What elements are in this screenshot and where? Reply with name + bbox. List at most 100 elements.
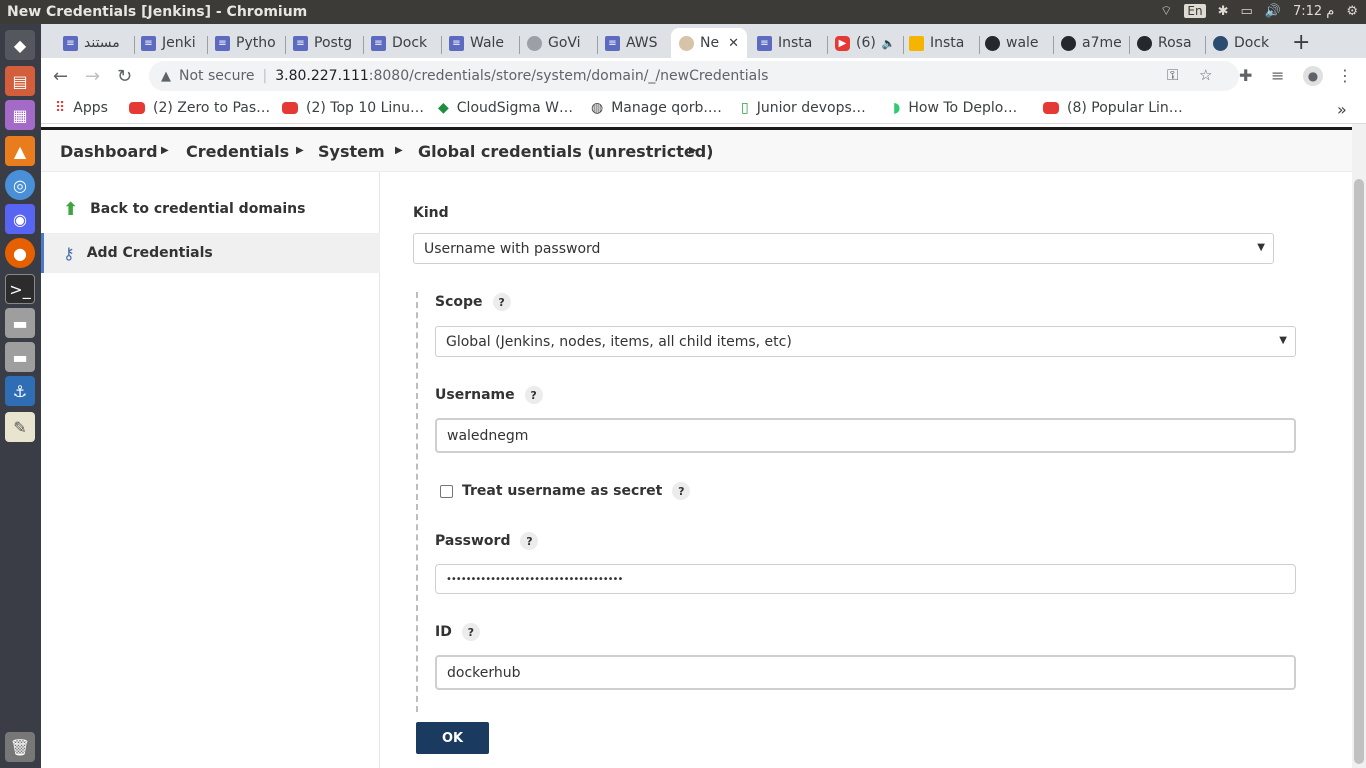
bookmark-item[interactable]: ◗ How To Deplo… xyxy=(893,100,1017,116)
browser-tab[interactable]: ≡ Postg xyxy=(285,28,361,58)
anchor-icon[interactable]: ⚓ xyxy=(5,376,35,406)
browser-tab[interactable]: a7me xyxy=(1053,28,1129,58)
scope-help-icon[interactable]: ? xyxy=(492,293,511,311)
kind-select[interactable]: Username with password ▼ xyxy=(413,233,1274,264)
star-bookmark-icon[interactable]: ☆ xyxy=(1199,66,1212,84)
breadcrumb-chevron-icon[interactable]: ▶ xyxy=(395,145,403,156)
add-credentials-link[interactable]: ⚷ Add Credentials xyxy=(41,233,380,273)
keyboard-language-indicator[interactable]: En xyxy=(1184,4,1206,18)
app-icon[interactable]: ▦ xyxy=(5,100,35,130)
not-secure-label: Not secure xyxy=(179,68,255,84)
more-bookmarks-chevron-icon[interactable]: » xyxy=(1337,100,1347,119)
browser-tab[interactable]: ≡ Wale xyxy=(441,28,517,58)
clock[interactable]: 7:12 م xyxy=(1293,4,1334,19)
launcher: ◆ ▤ ▦ ▲ ◎ ◉ ● >_ ▬ ▬ ⚓ ✎ 🗑 xyxy=(0,24,41,768)
profile-avatar-icon[interactable]: ● xyxy=(1303,66,1323,86)
back-arrow-icon[interactable]: ← xyxy=(53,66,68,87)
back-to-credential-domains-link[interactable]: ⬆ Back to credential domains xyxy=(41,189,380,229)
ok-button[interactable]: OK xyxy=(416,722,489,754)
breadcrumb-credentials[interactable]: Credentials xyxy=(186,142,289,161)
browser-tab[interactable]: ≡ AWS xyxy=(597,28,673,58)
bookmark-label: (2) Zero to Pas… xyxy=(153,100,271,116)
files-app-icon[interactable]: ▤ xyxy=(5,66,35,96)
bookmark-item[interactable]: ▯ Junior devops… xyxy=(741,100,866,116)
bookmark-item[interactable]: (2) Top 10 Linu… xyxy=(282,100,424,116)
bookmark-label: (2) Top 10 Linu… xyxy=(306,100,425,116)
discord-icon[interactable]: ◉ xyxy=(5,204,35,234)
address-bar[interactable]: ▲ Not secure | 3.80.227.111 :8080/creden… xyxy=(149,61,1239,91)
warning-triangle-icon[interactable]: ▲ xyxy=(161,69,171,84)
audio-playing-icon[interactable]: 🔈 xyxy=(882,37,896,50)
forward-arrow-icon[interactable]: → xyxy=(85,66,100,87)
breadcrumb-chevron-icon[interactable]: ▶ xyxy=(161,145,169,156)
bookmark-label: Manage qorb.… xyxy=(611,100,722,116)
breadcrumb-chevron-icon[interactable]: ▶ xyxy=(689,145,697,156)
doc-icon: ≡ xyxy=(449,35,464,51)
browser-tab[interactable]: ≡ مستند xyxy=(55,28,131,58)
breadcrumb: Dashboard ▶ Credentials ▶ System ▶ Globa… xyxy=(41,130,1352,172)
volume-icon[interactable]: 🔊 xyxy=(1265,4,1281,19)
username-input[interactable]: walednegm xyxy=(435,418,1296,453)
browser-tab[interactable]: ▶ (6) 🔈 xyxy=(827,28,903,58)
chromium-icon[interactable]: ◎ xyxy=(5,170,35,200)
bookmark-green-icon: ▯ xyxy=(741,100,749,116)
bluetooth-icon[interactable]: ✱ xyxy=(1218,4,1229,19)
username-label: Username ? xyxy=(435,386,543,404)
dash-icon[interactable]: ◆ xyxy=(5,30,35,60)
doc-icon: ≡ xyxy=(371,35,386,51)
disk-icon[interactable]: ▬ xyxy=(5,342,35,372)
username-help-icon[interactable]: ? xyxy=(524,386,543,404)
browser-tab[interactable]: ≡ Jenki xyxy=(133,28,205,58)
address-path: :8080/credentials/store/system/domain/_/… xyxy=(368,68,769,84)
breadcrumb-chevron-icon[interactable]: ▶ xyxy=(296,145,304,156)
breadcrumb-system[interactable]: System xyxy=(318,142,385,161)
page-scrollbar[interactable] xyxy=(1352,124,1366,768)
settings-gear-icon[interactable]: ⚙ xyxy=(1346,4,1358,19)
browser-tab[interactable]: ≡ Pytho xyxy=(207,28,283,58)
bookmark-item[interactable]: (2) Zero to Pas… xyxy=(129,100,270,116)
side-panel: ⬆ Back to credential domains ⚷ Add Crede… xyxy=(41,172,380,768)
browser-tab[interactable]: Insta xyxy=(901,28,977,58)
bookmark-item[interactable]: (8) Popular Lin… xyxy=(1043,100,1183,116)
bookmark-item[interactable]: ◆ CloudSigma W… xyxy=(438,100,573,116)
extensions-puzzle-icon[interactable]: ✚ xyxy=(1239,66,1252,85)
reload-icon[interactable]: ↻ xyxy=(117,66,132,87)
battery-icon[interactable]: ▭ xyxy=(1240,4,1252,19)
vlc-icon[interactable]: ▲ xyxy=(5,136,35,166)
id-value: dockerhub xyxy=(447,664,521,681)
text-editor-icon[interactable]: ✎ xyxy=(5,412,35,442)
browser-tab[interactable]: ≡ Dock xyxy=(363,28,439,58)
id-input[interactable]: dockerhub xyxy=(435,655,1296,690)
terminal-icon[interactable]: >_ xyxy=(5,274,35,304)
trash-icon[interactable]: 🗑 xyxy=(5,732,35,762)
id-help-icon[interactable]: ? xyxy=(461,623,480,641)
disk-icon[interactable]: ▬ xyxy=(5,308,35,338)
media-queue-icon[interactable]: ≡ xyxy=(1271,66,1284,85)
browser-tab[interactable]: Dock xyxy=(1205,28,1281,58)
new-tab-button[interactable]: + xyxy=(1292,30,1310,55)
password-help-icon[interactable]: ? xyxy=(520,532,539,550)
secret-help-icon[interactable]: ? xyxy=(672,482,691,500)
password-input[interactable]: •••••••••••••••••••••••••••••••••••• xyxy=(435,564,1296,594)
tab-label: Rosa xyxy=(1158,35,1192,51)
key-icon[interactable]: ⚿ xyxy=(1167,66,1178,84)
scrollbar-thumb[interactable] xyxy=(1354,179,1364,764)
breadcrumb-dashboard[interactable]: Dashboard xyxy=(60,142,158,161)
scope-select[interactable]: Global (Jenkins, nodes, items, all child… xyxy=(435,326,1296,357)
breadcrumb-global-credentials[interactable]: Global credentials (unrestricted) xyxy=(418,142,713,161)
bookmark-item[interactable]: ◍ Manage qorb.… xyxy=(591,100,722,116)
bookmark-label: Apps xyxy=(73,100,108,116)
treat-username-as-secret-checkbox[interactable] xyxy=(440,485,453,498)
browser-tab[interactable]: wale xyxy=(977,28,1053,58)
browser-tab[interactable]: Rosa xyxy=(1129,28,1205,58)
menu-kebab-icon[interactable]: ⋮ xyxy=(1337,66,1353,85)
close-tab-icon[interactable]: ✕ xyxy=(728,36,739,51)
doc-icon: ≡ xyxy=(141,35,156,51)
bookmark-item[interactable]: ⠿ Apps xyxy=(55,100,108,116)
browser-tab-active[interactable]: Ne ✕ xyxy=(671,28,747,58)
wifi-icon[interactable]: ⌔ xyxy=(1160,3,1172,19)
browser-tab[interactable]: ≡ Insta xyxy=(749,28,825,58)
side-link-label: Add Credentials xyxy=(86,245,213,261)
browser-tab[interactable]: GoVi xyxy=(519,28,595,58)
firefox-icon[interactable]: ● xyxy=(5,238,35,268)
